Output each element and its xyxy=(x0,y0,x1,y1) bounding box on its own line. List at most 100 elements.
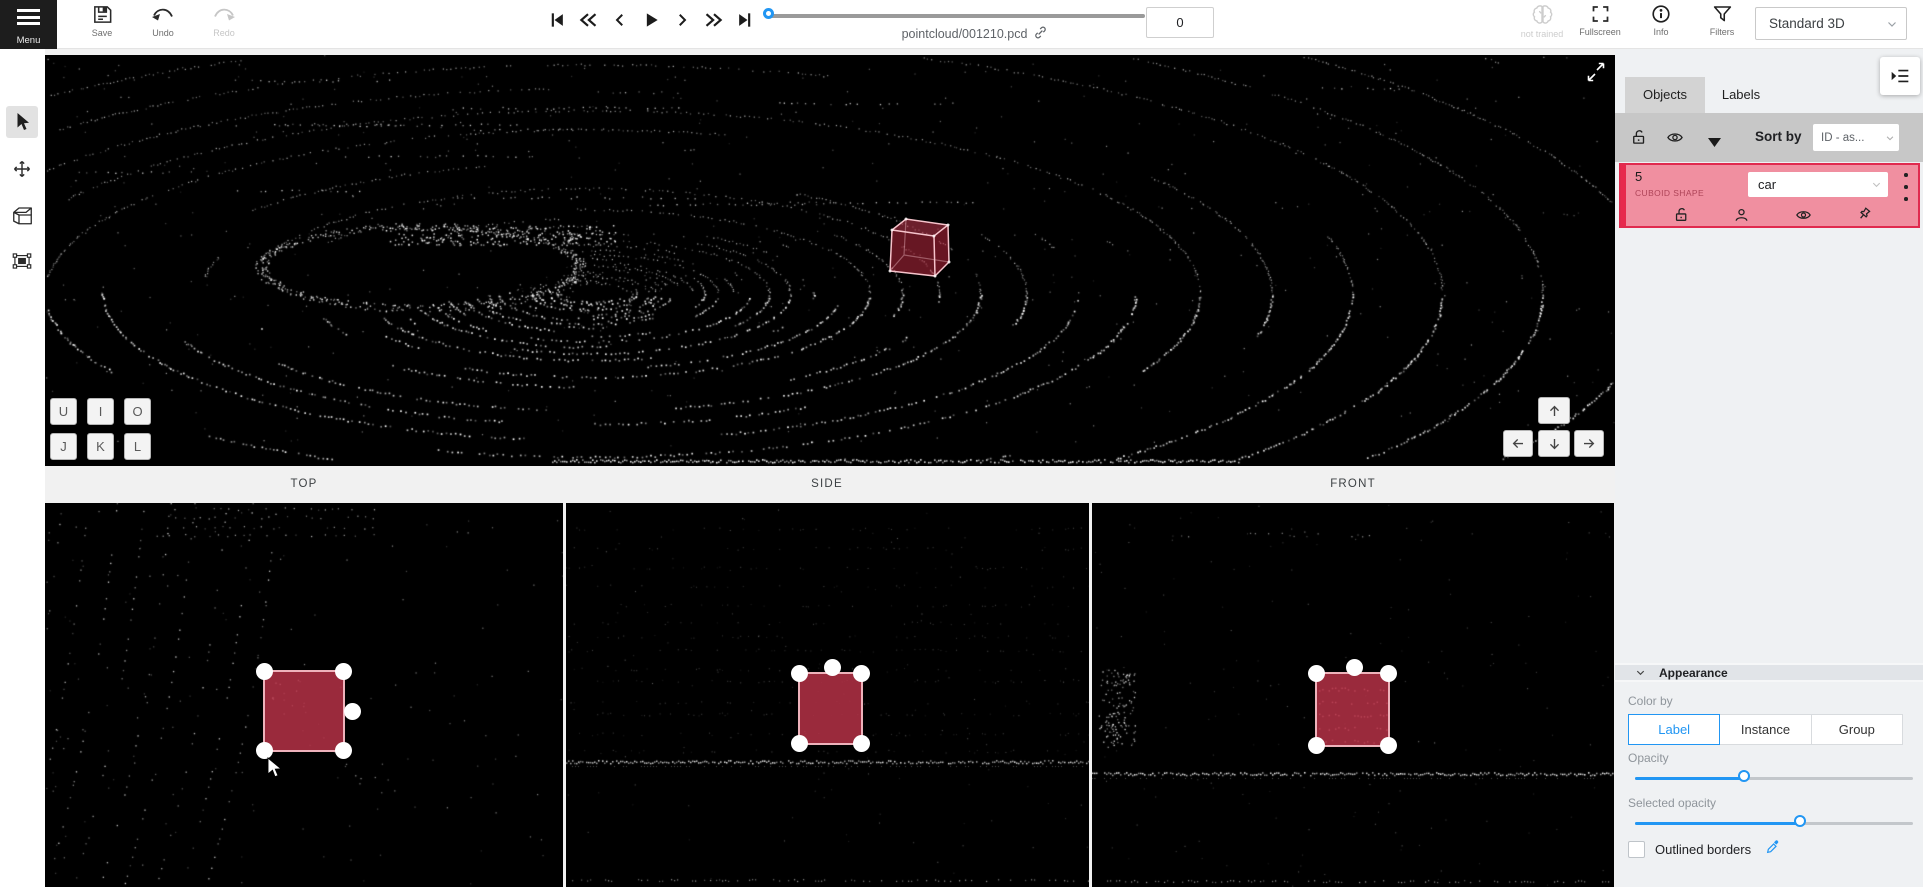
image-overlay-icon xyxy=(12,252,32,270)
not-trained-label: not trained xyxy=(1521,29,1564,39)
skip-end-button[interactable] xyxy=(733,7,757,33)
key-hint-k[interactable]: K xyxy=(87,433,114,460)
resize-handle[interactable] xyxy=(1380,665,1397,682)
object-color-stripe xyxy=(1621,165,1626,226)
tool-sidebar xyxy=(0,49,45,887)
resize-handle[interactable] xyxy=(1380,737,1397,754)
redo-label: Redo xyxy=(213,28,235,38)
cuboid-annotation-3d[interactable] xyxy=(868,200,980,300)
resize-handle[interactable] xyxy=(256,742,273,759)
resize-handle[interactable] xyxy=(1308,665,1325,682)
save-icon xyxy=(91,3,114,26)
fullscreen-label: Fullscreen xyxy=(1579,27,1621,37)
menu-button[interactable]: Menu xyxy=(0,0,57,49)
color-by-group-option[interactable]: Group xyxy=(1811,714,1903,745)
eyedropper-icon[interactable] xyxy=(1765,839,1781,855)
resize-handle[interactable] xyxy=(1308,737,1325,754)
rotate-handle[interactable] xyxy=(824,659,841,676)
fullscreen-icon xyxy=(1590,3,1611,25)
undo-button[interactable]: Undo xyxy=(140,3,186,47)
frame-slider-thumb[interactable] xyxy=(763,8,774,19)
save-label: Save xyxy=(92,28,113,38)
cuboid-annotation-side-view[interactable] xyxy=(798,672,863,745)
object-menu-button[interactable] xyxy=(1900,173,1912,201)
pin-object-icon[interactable] xyxy=(1856,206,1873,224)
object-category-dropdown[interactable]: car xyxy=(1748,172,1888,197)
view-mode-dropdown[interactable]: Standard 3D xyxy=(1755,7,1907,40)
object-category-value: car xyxy=(1758,177,1871,192)
cuboid-tool-button[interactable] xyxy=(6,199,38,231)
sort-dropdown[interactable]: ID - as... xyxy=(1813,124,1899,151)
filters-button[interactable]: Filters xyxy=(1699,3,1745,47)
view-mode-value: Standard 3D xyxy=(1769,16,1886,31)
skip-start-button[interactable] xyxy=(545,7,569,33)
filename-bar: pointcloud/001210.pcd xyxy=(865,25,1085,43)
main-3d-view-canvas[interactable] xyxy=(45,55,1615,466)
key-hint-o[interactable]: O xyxy=(124,398,151,425)
key-hint-l[interactable]: L xyxy=(124,433,151,460)
sort-by-label: Sort by xyxy=(1755,129,1802,144)
lock-object-icon[interactable] xyxy=(1673,206,1690,224)
arrow-up-button[interactable] xyxy=(1538,397,1570,424)
save-button[interactable]: Save xyxy=(79,3,125,47)
undo-icon xyxy=(150,3,176,26)
key-hint-u[interactable]: U xyxy=(50,398,77,425)
next-frame-button[interactable] xyxy=(670,7,694,33)
rotate-handle[interactable] xyxy=(1346,659,1363,676)
arrow-down-button[interactable] xyxy=(1538,430,1570,457)
previous-frame-button[interactable] xyxy=(608,7,632,33)
key-hint-j[interactable]: J xyxy=(50,433,77,460)
outlined-borders-checkbox[interactable] xyxy=(1628,841,1645,858)
resize-handle[interactable] xyxy=(853,735,870,752)
image-overlay-tool-button[interactable] xyxy=(6,245,38,277)
assignee-icon[interactable] xyxy=(1733,206,1750,224)
fast-rewind-button[interactable] xyxy=(576,7,600,33)
color-by-instance-option[interactable]: Instance xyxy=(1719,714,1811,745)
cuboid-icon xyxy=(12,205,33,225)
tab-labels[interactable]: Labels xyxy=(1705,77,1777,113)
chevron-down-icon xyxy=(1886,18,1898,30)
select-tool-button[interactable] xyxy=(6,106,38,138)
appearance-section-header[interactable]: Appearance xyxy=(1615,663,1923,682)
visibility-object-icon[interactable] xyxy=(1794,207,1813,223)
frame-number-input[interactable] xyxy=(1146,7,1214,38)
resize-handle[interactable] xyxy=(335,663,352,680)
undo-label: Undo xyxy=(152,28,174,38)
resize-handle[interactable] xyxy=(791,735,808,752)
arrow-right-button[interactable] xyxy=(1574,430,1604,457)
selected-opacity-slider[interactable] xyxy=(1635,814,1913,832)
expand-view-icon[interactable] xyxy=(1586,61,1606,83)
chevron-down-icon xyxy=(1871,179,1882,190)
collapse-panel-button[interactable] xyxy=(1880,57,1920,95)
fast-forward-button[interactable] xyxy=(702,7,726,33)
play-button[interactable] xyxy=(639,7,663,33)
object-id: 5 xyxy=(1635,169,1642,184)
move-icon xyxy=(12,159,32,179)
opacity-slider-fill xyxy=(1635,777,1746,780)
cuboid-annotation-front-view[interactable] xyxy=(1315,672,1390,747)
resize-handle[interactable] xyxy=(791,665,808,682)
redo-button[interactable]: Redo xyxy=(201,3,247,47)
cuboid-annotation-top-view[interactable] xyxy=(263,670,345,752)
resize-handle[interactable] xyxy=(853,665,870,682)
key-hint-i[interactable]: I xyxy=(87,398,114,425)
expand-list-icon[interactable] xyxy=(1708,134,1721,152)
outlined-borders-label: Outlined borders xyxy=(1655,842,1751,857)
link-icon[interactable] xyxy=(1033,25,1048,43)
opacity-slider-thumb[interactable] xyxy=(1738,770,1750,782)
object-list-item[interactable]: 5 CUBOID SHAPE car xyxy=(1619,163,1920,228)
color-by-label-option[interactable]: Label xyxy=(1628,714,1720,745)
visibility-all-icon[interactable] xyxy=(1665,129,1685,151)
resize-handle[interactable] xyxy=(335,742,352,759)
resize-handle[interactable] xyxy=(256,663,273,680)
not-trained-indicator[interactable]: not trained xyxy=(1519,3,1565,47)
fullscreen-button[interactable]: Fullscreen xyxy=(1577,3,1623,47)
arrow-left-button[interactable] xyxy=(1503,430,1533,457)
move-tool-button[interactable] xyxy=(6,153,38,185)
opacity-slider[interactable] xyxy=(1635,769,1913,787)
rotate-handle[interactable] xyxy=(344,703,361,720)
info-button[interactable]: Info xyxy=(1638,3,1684,47)
lock-all-icon[interactable] xyxy=(1630,128,1648,152)
tab-objects[interactable]: Objects xyxy=(1625,77,1705,113)
selected-opacity-slider-thumb[interactable] xyxy=(1794,815,1806,827)
